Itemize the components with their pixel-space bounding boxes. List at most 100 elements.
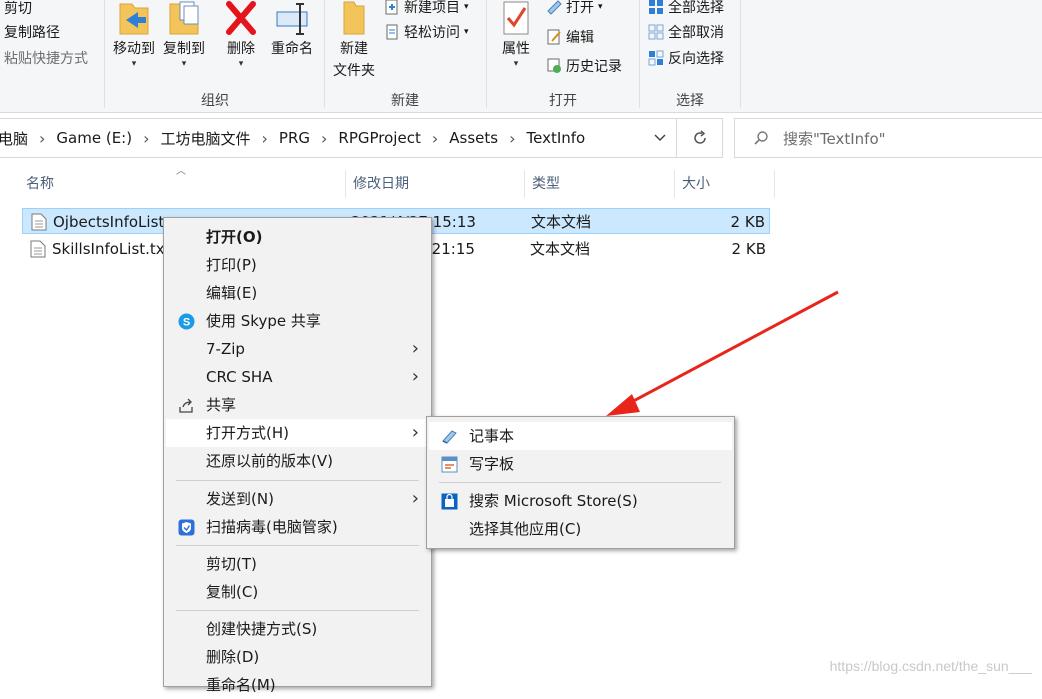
copy-path-button[interactable]: 复制路径 <box>4 22 60 42</box>
history-button[interactable]: 历史记录 <box>546 56 622 76</box>
group-separator <box>104 0 105 108</box>
menu-item-edit[interactable]: 编辑(E) <box>166 279 429 307</box>
search-box[interactable]: 搜索"TextInfo" <box>734 118 1042 158</box>
menu-item-label: 共享 <box>206 396 237 414</box>
easy-access-label: 轻松访问 <box>404 25 460 41</box>
text-file-icon <box>30 240 46 258</box>
edit-button[interactable]: 编辑 <box>546 27 594 47</box>
menu-item-share[interactable]: 共享 <box>166 391 429 419</box>
submenu-arrow-icon: › <box>411 488 419 509</box>
copy-to-icon <box>169 1 199 35</box>
text-file-icon <box>31 213 47 231</box>
notepad-icon <box>547 0 562 15</box>
menu-item-skype-share[interactable]: S 使用 Skype 共享 <box>166 307 429 335</box>
address-divider <box>676 119 677 157</box>
breadcrumb-item[interactable]: Game (E:) <box>56 129 132 147</box>
menu-separator <box>439 482 721 483</box>
paste-shortcut-button[interactable]: 粘贴快捷方式 <box>4 48 88 68</box>
submenu-item-label: 写字板 <box>469 455 515 473</box>
menu-item-restore-versions[interactable]: 还原以前的版本(V) <box>166 447 429 475</box>
chevron-right-icon[interactable]: › <box>432 129 438 148</box>
menu-item-rename[interactable]: 重命名(M) <box>166 671 429 699</box>
submenu-item-choose-other[interactable]: 选择其他应用(C) <box>429 515 732 543</box>
history-icon <box>547 58 561 73</box>
search-input[interactable]: 搜索"TextInfo" <box>783 128 886 149</box>
menu-item-create-shortcut[interactable]: 创建快捷方式(S) <box>166 615 429 643</box>
properties-button[interactable]: 属性 ▾ <box>492 0 540 69</box>
menu-item-virus-scan[interactable]: 扫描病毒(电脑管家) <box>166 513 429 541</box>
invert-selection-label: 反向选择 <box>668 51 724 67</box>
chevron-right-icon[interactable]: › <box>509 129 515 148</box>
copy-path-label: 复制路径 <box>4 25 60 41</box>
submenu-item-label: 记事本 <box>469 427 515 445</box>
address-bar[interactable]: 电脑 › Game (E:) › 工坊电脑文件 › PRG › RPGProje… <box>0 118 723 158</box>
file-type: 文本文档 <box>531 213 592 231</box>
column-header-type[interactable]: 类型 <box>524 170 674 198</box>
breadcrumb-item[interactable]: 电脑 <box>0 128 28 149</box>
menu-separator <box>176 480 419 481</box>
submenu-item-ms-store[interactable]: 搜索 Microsoft Store(S) <box>429 487 732 515</box>
submenu-arrow-icon: › <box>411 338 419 359</box>
chevron-down-icon: ▾ <box>238 59 244 69</box>
refresh-button[interactable] <box>680 119 720 157</box>
chevron-right-icon[interactable]: › <box>143 129 149 148</box>
copy-to-label: 复制到 <box>163 41 205 57</box>
delete-button[interactable]: 删除 ▾ <box>220 0 262 69</box>
submenu-item-notepad[interactable]: 记事本 <box>429 422 732 450</box>
open-button[interactable]: 打开 ▾ <box>546 0 603 17</box>
new-folder-button[interactable]: 新建 文件夹 <box>328 0 380 82</box>
rename-button[interactable]: 重命名 <box>266 0 318 60</box>
select-all-button[interactable]: 全部选择 <box>648 0 724 17</box>
cut-button[interactable]: 剪切 <box>4 0 32 18</box>
select-all-label: 全部选择 <box>668 0 724 16</box>
select-none-label: 全部取消 <box>668 25 724 41</box>
chevron-down-icon: ▾ <box>464 2 469 12</box>
select-none-button[interactable]: 全部取消 <box>648 22 724 42</box>
menu-item-send-to[interactable]: 发送到(N) › <box>166 485 429 513</box>
new-folder-label-2: 文件夹 <box>333 63 375 79</box>
menu-item-crc-sha[interactable]: CRC SHA › <box>166 363 429 391</box>
easy-access-icon <box>386 24 398 40</box>
menu-item-label: 打印(P) <box>206 256 257 274</box>
cut-label: 剪切 <box>4 1 32 17</box>
chevron-right-icon[interactable]: › <box>321 129 327 148</box>
menu-item-label: 打开方式(H) <box>206 424 289 442</box>
menu-item-label: 创建快捷方式(S) <box>206 620 318 638</box>
column-header-modified[interactable]: 修改日期 <box>345 170 525 198</box>
invert-selection-button[interactable]: 反向选择 <box>648 48 724 68</box>
chevron-right-icon[interactable]: › <box>262 129 268 148</box>
move-to-button[interactable]: 移动到 ▾ <box>108 0 160 69</box>
copy-to-button[interactable]: 复制到 ▾ <box>160 0 208 69</box>
breadcrumb-item[interactable]: RPGProject <box>338 129 420 147</box>
menu-item-label: 打开(O) <box>206 228 263 246</box>
menu-item-label: 扫描病毒(电脑管家) <box>206 518 338 536</box>
breadcrumb-item[interactable]: 工坊电脑文件 <box>161 128 251 149</box>
column-header-size[interactable]: 大小 <box>674 170 774 198</box>
group-separator <box>740 0 741 108</box>
breadcrumb: 电脑 › Game (E:) › 工坊电脑文件 › PRG › RPGProje… <box>0 119 585 157</box>
address-history-dropdown[interactable] <box>646 119 674 157</box>
file-size: 2 KB <box>731 240 766 258</box>
easy-access-button[interactable]: 轻松访问 ▾ <box>384 22 469 42</box>
menu-item-cut[interactable]: 剪切(T) <box>166 550 429 578</box>
menu-item-label: 使用 Skype 共享 <box>206 312 321 330</box>
menu-item-copy[interactable]: 复制(C) <box>166 578 429 606</box>
share-icon <box>179 398 193 413</box>
menu-item-print[interactable]: 打印(P) <box>166 251 429 279</box>
menu-item-label: 删除(D) <box>206 648 260 666</box>
breadcrumb-item[interactable]: Assets <box>449 129 498 147</box>
column-divider[interactable] <box>774 170 775 198</box>
column-header-name[interactable]: 名称 <box>18 170 344 198</box>
chevron-right-icon[interactable]: › <box>39 129 45 148</box>
submenu-item-wordpad[interactable]: 写字板 <box>429 450 732 478</box>
new-item-button[interactable]: 新建项目 ▾ <box>384 0 469 17</box>
menu-item-delete[interactable]: 删除(D) <box>166 643 429 671</box>
menu-item-open-with[interactable]: 打开方式(H) › <box>166 419 429 447</box>
breadcrumb-item[interactable]: PRG <box>279 129 310 147</box>
menu-item-7zip[interactable]: 7-Zip › <box>166 335 429 363</box>
breadcrumb-item[interactable]: TextInfo <box>526 129 585 147</box>
delete-label: 删除 <box>227 41 255 57</box>
search-icon <box>754 131 768 145</box>
menu-item-open[interactable]: 打开(O) <box>166 223 429 251</box>
skype-icon: S <box>178 313 195 330</box>
